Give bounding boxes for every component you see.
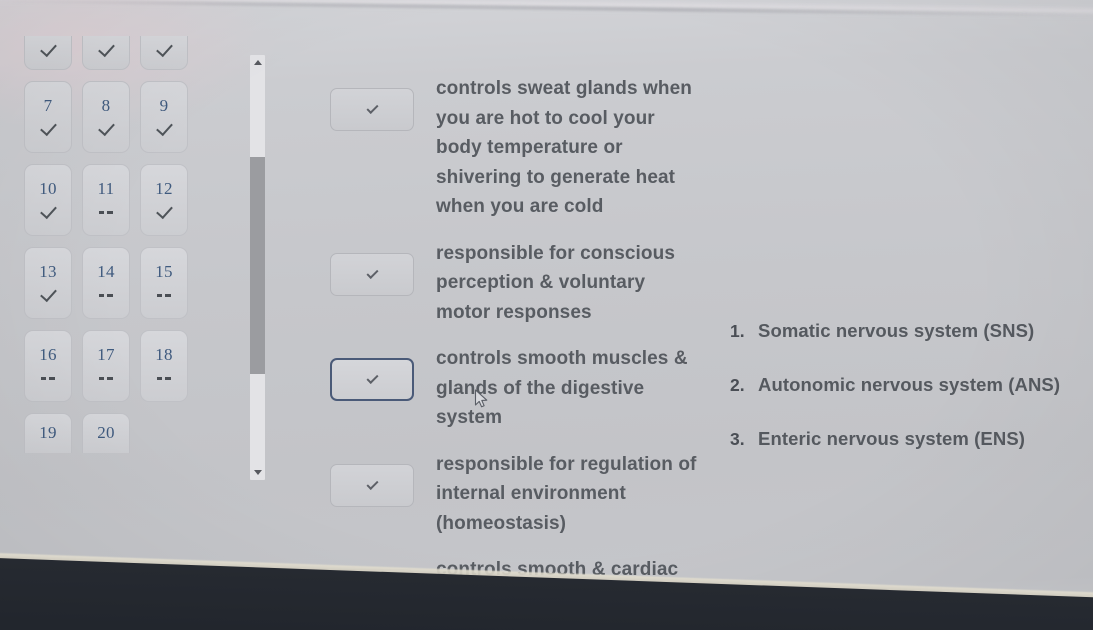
question-number: 15 [155, 262, 173, 281]
chevron-up-icon [253, 60, 262, 65]
question-row: 19 20 [24, 413, 224, 453]
unanswered-dash-icon [157, 286, 171, 304]
prompt-row: responsible for conscious perception & v… [330, 239, 700, 328]
chevron-down-icon [253, 470, 262, 475]
answered-check-icon [41, 286, 56, 304]
chevron-down-icon [365, 266, 379, 279]
question-row: 7 8 9 [24, 81, 224, 153]
chevron-down-icon [365, 101, 379, 115]
question-card[interactable]: 8 [82, 81, 130, 153]
unanswered-dash-icon [41, 369, 55, 387]
answered-check-icon [41, 120, 56, 138]
chevron-down-icon [365, 477, 379, 490]
question-number: 9 [159, 96, 169, 115]
question-number: 20 [97, 423, 115, 442]
answered-check-icon [157, 203, 172, 221]
answered-check-icon [41, 203, 56, 221]
question-number: 10 [39, 179, 57, 198]
prompt-text: responsible for regulation of internal e… [436, 453, 697, 534]
question-number: 12 [155, 179, 173, 198]
scroll-up-button[interactable] [250, 55, 265, 70]
answer-option-label: Somatic nervous system (SNS) [758, 320, 1035, 341]
answer-option-number: 3. [730, 429, 745, 449]
answered-check-icon [157, 120, 172, 138]
question-row: 16 17 18 [24, 330, 224, 402]
answer-option: 3. Enteric nervous system (ENS) [730, 428, 1080, 450]
question-number: 16 [39, 345, 57, 364]
unanswered-dash-icon [99, 286, 113, 304]
answer-option: 1. Somatic nervous system (SNS) [730, 320, 1080, 342]
answer-option-label: Autonomic nervous system (ANS) [758, 374, 1061, 395]
unanswered-dash-icon [157, 369, 171, 387]
question-number: 7 [43, 96, 53, 115]
question-card[interactable]: 19 [24, 413, 72, 453]
answer-select-dropdown[interactable] [330, 463, 414, 507]
unanswered-dash-icon [99, 203, 113, 221]
answered-check-icon [99, 120, 114, 138]
scroll-down-button[interactable] [250, 465, 265, 480]
question-card[interactable]: 16 [24, 330, 72, 402]
question-card[interactable]: 9 [140, 81, 188, 153]
question-number: 19 [39, 423, 57, 442]
prompt-text: controls sweat glands when you are hot t… [436, 78, 692, 217]
question-number: 8 [101, 96, 111, 115]
chevron-down-icon [365, 371, 379, 385]
question-number: 18 [155, 345, 173, 364]
question-card[interactable]: 20 [82, 413, 130, 453]
prompt-text: controls smooth muscles & glands of the … [436, 348, 688, 428]
question-number: 17 [97, 345, 115, 364]
question-card[interactable]: 13 [24, 247, 72, 319]
prompt-list: controls sweat glands when you are hot t… [330, 74, 700, 630]
question-navigator: 7 8 9 10 11 12 13 14 15 16 17 18 19 20 [24, 36, 224, 464]
prompt-row: responsible for regulation of internal e… [330, 450, 700, 539]
question-row: 13 14 15 [24, 247, 224, 319]
question-card[interactable]: 17 [82, 330, 130, 402]
question-row: 10 11 12 [24, 164, 224, 236]
question-card[interactable]: 10 [24, 164, 72, 236]
answer-select-dropdown[interactable] [330, 252, 414, 296]
question-card[interactable]: 18 [140, 330, 188, 402]
question-number: 13 [39, 262, 57, 281]
answered-check-icon [41, 41, 56, 59]
question-card[interactable]: 7 [24, 81, 72, 153]
navigator-scrollbar[interactable] [250, 55, 265, 480]
answer-option-number: 2. [730, 375, 745, 395]
scrollbar-thumb[interactable] [250, 157, 265, 374]
question-number: 14 [97, 262, 115, 281]
photographed-screen: 7 8 9 10 11 12 13 14 15 16 17 18 19 20 controls sweat… [0, 0, 1093, 630]
question-card[interactable]: 11 [82, 164, 130, 236]
question-card[interactable]: 15 [140, 247, 188, 319]
answer-select-dropdown[interactable] [330, 88, 414, 131]
prompt-text: responsible for conscious perception & v… [436, 242, 675, 323]
answer-select-dropdown[interactable] [330, 358, 414, 401]
question-card[interactable] [24, 36, 72, 70]
unanswered-dash-icon [99, 369, 113, 387]
answer-options-list: 1. Somatic nervous system (SNS) 2. Autonomi… [730, 320, 1080, 482]
question-card[interactable] [140, 36, 188, 70]
prompt-row: controls sweat glands when you are hot t… [330, 74, 700, 222]
question-row [24, 36, 224, 70]
question-card[interactable] [82, 36, 130, 70]
answer-option-number: 1. [730, 321, 745, 341]
answer-option: 2. Autonomic nervous system (ANS) [730, 374, 1080, 396]
question-card[interactable]: 14 [82, 247, 130, 319]
prompt-row: controls smooth muscles & glands of the … [330, 344, 700, 433]
answered-check-icon [99, 41, 114, 59]
answer-option-label: Enteric nervous system (ENS) [758, 428, 1026, 449]
question-card[interactable]: 12 [140, 164, 188, 236]
question-number: 11 [97, 179, 115, 198]
answered-check-icon [157, 41, 172, 59]
